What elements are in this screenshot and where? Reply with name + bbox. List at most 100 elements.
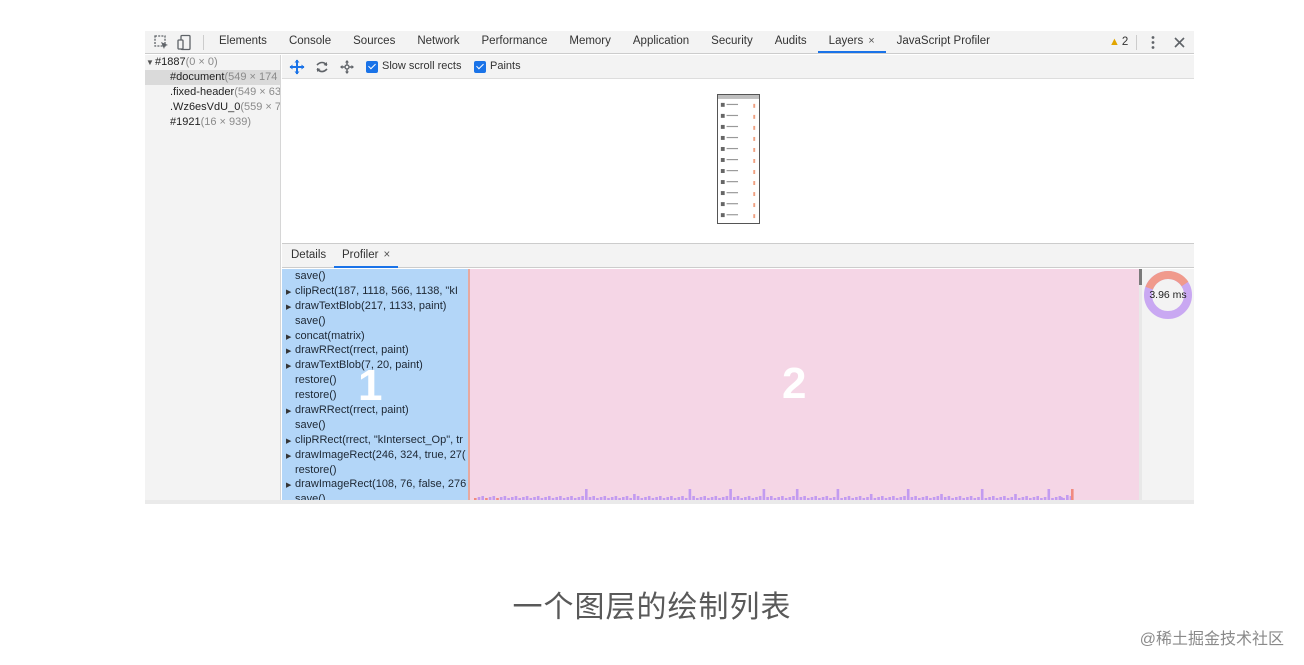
figure-caption: 一个图层的绘制列表	[512, 591, 792, 624]
command-text: concat(matrix)	[295, 329, 365, 342]
command-row[interactable]: save()	[282, 269, 468, 284]
watermark: @稀土掘金技术社区	[1139, 631, 1284, 648]
thumbnail-text-line	[726, 214, 739, 216]
thumbnail-text-line	[726, 114, 739, 117]
slow-scroll-rects-label: Slow scroll rects	[382, 60, 462, 72]
close-devtools-icon[interactable]	[1171, 34, 1188, 51]
tree-item-fixed-header[interactable]: .fixed-header(549 × 63	[145, 85, 280, 100]
command-text: drawImageRect(246, 324, true, 27(	[295, 448, 466, 461]
command-row[interactable]: ▶ clipRRect(rrect, "kIntersect_Op", tr	[282, 433, 468, 448]
thumbnail-badge	[753, 125, 756, 130]
layers-viewport[interactable]	[282, 80, 1194, 242]
tab-javascript-profiler[interactable]: JavaScript Profiler	[886, 31, 1001, 53]
panel-bottom-border	[145, 500, 1194, 504]
tab-security[interactable]: Security	[700, 31, 764, 53]
tab-application[interactable]: Application	[622, 31, 700, 53]
command-text: save()	[295, 418, 326, 431]
command-row[interactable]: ▶ concat(matrix)	[282, 329, 468, 344]
thumbnail-badge	[753, 170, 756, 174]
command-row[interactable]: ▶ drawRRect(rrect, paint)	[282, 343, 468, 358]
pan-mode-icon[interactable]	[289, 59, 305, 75]
thumbnail-avatar	[720, 113, 725, 118]
warnings-counter[interactable]: ▲ 2	[1109, 34, 1128, 50]
slow-scroll-rects-checkbox[interactable]	[366, 61, 378, 73]
tab-profiler-close-icon[interactable]: ×	[383, 249, 390, 261]
tab-details[interactable]: Details	[283, 244, 334, 268]
warnings-count: 2	[1121, 36, 1129, 48]
command-row[interactable]: ▶ drawTextBlob(217, 1133, paint)	[282, 299, 468, 314]
command-text: restore()	[295, 389, 337, 402]
rotate-mode-icon[interactable]	[314, 59, 330, 75]
toolbar-divider	[203, 35, 204, 50]
expand-arrow-icon[interactable]: ▼	[145, 55, 155, 70]
layers-toolbar: Slow scroll rects Paints	[282, 55, 1194, 79]
command-row[interactable]: ▶ drawImageRect(246, 324, true, 27(	[282, 448, 468, 463]
more-options-icon[interactable]	[1147, 34, 1159, 51]
thumbnail-badge	[753, 214, 756, 219]
thumbnail-avatar	[720, 202, 725, 207]
reset-transform-icon[interactable]	[339, 59, 355, 75]
thumbnail-text-line	[726, 170, 739, 172]
tab-audits[interactable]: Audits	[764, 31, 818, 53]
tab-profiler[interactable]: Profiler ×	[334, 244, 399, 268]
thumbnail-text-line	[726, 192, 739, 194]
thumbnail-avatar	[720, 124, 725, 129]
thumbnail-avatar	[720, 213, 725, 218]
tab-elements[interactable]: Elements	[208, 31, 278, 53]
paints-label: Paints	[490, 60, 521, 72]
thumbnail-text-line	[726, 147, 739, 150]
command-text: clipRect(187, 1118, 566, 1138, "kI	[295, 284, 458, 297]
profiler-pie-panel: 3.96 ms	[1142, 269, 1194, 504]
tab-memory[interactable]: Memory	[558, 31, 622, 53]
thumbnail-avatar	[720, 191, 725, 196]
tab-sources[interactable]: Sources	[342, 31, 406, 53]
command-row[interactable]: save()	[282, 314, 468, 329]
command-row[interactable]: restore()	[282, 463, 468, 478]
tab-network[interactable]: Network	[406, 31, 470, 53]
command-text: save()	[295, 314, 326, 327]
thumbnail-avatar	[720, 135, 725, 140]
thumbnail-avatar	[720, 146, 725, 151]
tab-layers-close-icon[interactable]: ×	[868, 35, 874, 47]
command-text: save()	[295, 270, 326, 282]
command-text: drawRRect(rrect, paint)	[295, 404, 409, 417]
panel-tabs: Elements Console Sources Network Perform…	[208, 31, 1001, 53]
tree-item-1921[interactable]: #1921(16 × 939)	[145, 115, 280, 130]
command-text: restore()	[295, 463, 337, 476]
paints-checkbox[interactable]	[474, 61, 486, 73]
command-row[interactable]: ▶ clipRect(187, 1118, 566, 1138, "kI	[282, 284, 468, 299]
thumbnail-badge	[753, 136, 756, 141]
inspect-element-icon[interactable]	[153, 34, 170, 51]
annotation-number-1: 1	[358, 361, 383, 410]
tab-layers[interactable]: Layers ×	[817, 31, 886, 53]
command-text: restore()	[295, 374, 337, 387]
command-text: drawTextBlob(217, 1133, paint)	[295, 299, 447, 312]
thumbnail-badge	[753, 203, 756, 208]
thumbnail-text-line	[726, 136, 739, 139]
thumbnail-badge	[753, 192, 756, 197]
devtools-window: Elements Console Sources Network Perform…	[145, 31, 1194, 504]
thumbnail-avatar	[720, 102, 725, 107]
layer-preview-thumbnail[interactable]	[717, 94, 760, 224]
tree-item-wz6esvdu[interactable]: .Wz6esVdU_0(559 × 7	[145, 100, 280, 115]
details-tabbar: Details Profiler ×	[282, 243, 1194, 268]
device-toolbar-icon[interactable]	[176, 34, 193, 51]
thumbnail-text-line	[726, 181, 739, 183]
thumbnail-avatar	[720, 158, 725, 162]
command-row[interactable]: save()	[282, 418, 468, 433]
thumbnail-badge	[753, 114, 756, 119]
thumbnail-badge	[753, 181, 756, 185]
thumbnail-text-line	[726, 203, 739, 205]
tab-performance[interactable]: Performance	[471, 31, 559, 53]
thumbnail-badge	[753, 159, 756, 163]
layer-tree: ▼#1887(0 × 0) #document(549 × 174 .fixed…	[145, 55, 281, 504]
toolbar-divider	[1136, 35, 1137, 50]
thumbnail-avatar	[720, 180, 725, 185]
tab-console[interactable]: Console	[278, 31, 342, 53]
thumbnail-text-line	[726, 125, 739, 128]
tree-root[interactable]: ▼#1887(0 × 0)	[145, 55, 280, 70]
command-row[interactable]: ▶ drawImageRect(108, 76, false, 276	[282, 477, 468, 492]
tree-item-document[interactable]: #document(549 × 174	[145, 70, 280, 85]
thumbnail-text-line	[726, 103, 739, 106]
thumbnail-badge	[753, 147, 756, 152]
